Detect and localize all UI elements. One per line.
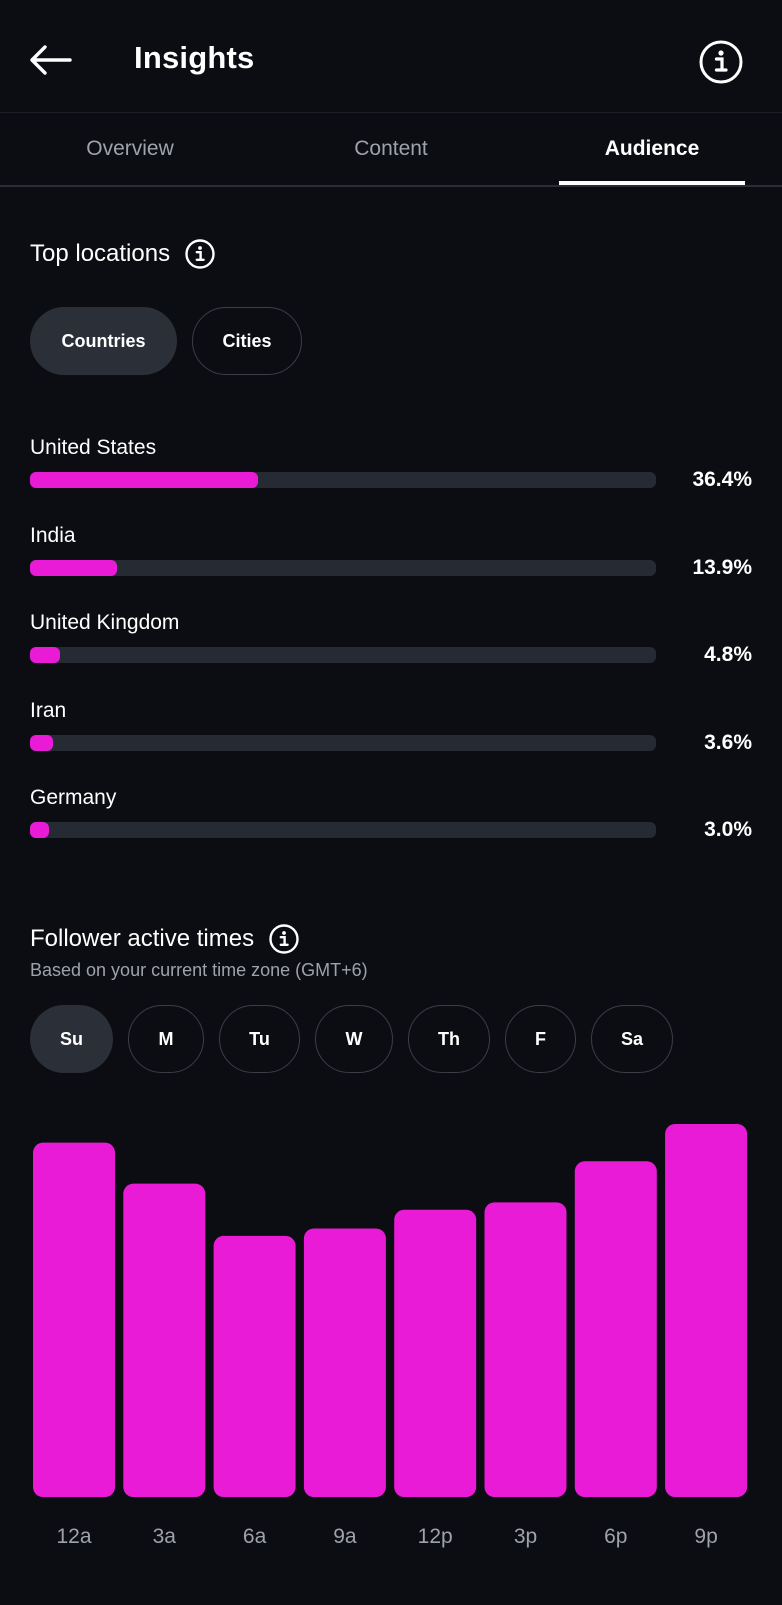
arrow-left-icon bbox=[30, 45, 72, 75]
page-title: Insights bbox=[134, 40, 255, 75]
active-tab-indicator bbox=[559, 181, 745, 185]
location-percentage: 3.0% bbox=[704, 818, 752, 841]
top-locations-info-button[interactable] bbox=[184, 238, 216, 270]
active-times-chart: 12a 3a 6a 9a 12p 3p 6p 9p bbox=[0, 1080, 782, 1600]
tab-audience[interactable]: Audience bbox=[522, 113, 782, 185]
bar-6p[interactable] bbox=[574, 1161, 657, 1497]
x-tick-label: 9p bbox=[694, 1525, 717, 1548]
location-name: India bbox=[30, 524, 76, 547]
active-times-info-button[interactable] bbox=[268, 923, 300, 955]
location-bar-fill bbox=[30, 647, 61, 663]
x-tick-label: 3a bbox=[153, 1525, 177, 1548]
bar-12p[interactable] bbox=[394, 1209, 477, 1497]
day-wednesday[interactable]: W bbox=[315, 1005, 393, 1073]
x-tick-label: 3p bbox=[514, 1525, 537, 1548]
bar-6a[interactable] bbox=[213, 1235, 296, 1497]
tab-content[interactable]: Content bbox=[261, 113, 521, 185]
app-header: Insights bbox=[0, 0, 782, 113]
day-saturday[interactable]: Sa bbox=[591, 1005, 673, 1073]
bar-9a[interactable] bbox=[303, 1228, 386, 1497]
x-tick-label: 9a bbox=[333, 1525, 357, 1548]
location-bar-track bbox=[30, 822, 656, 838]
bar-3a[interactable] bbox=[123, 1183, 206, 1497]
day-sunday[interactable]: Su bbox=[30, 1005, 113, 1073]
tab-bar: Overview Content Audience bbox=[0, 113, 782, 187]
bar-3p[interactable] bbox=[484, 1202, 567, 1497]
location-bar-fill bbox=[30, 735, 53, 751]
location-name: Germany bbox=[30, 786, 117, 809]
day-tuesday[interactable]: Tu bbox=[219, 1005, 300, 1073]
location-bar-fill bbox=[30, 822, 49, 838]
x-tick-label: 12p bbox=[418, 1525, 453, 1548]
bar-9p[interactable] bbox=[665, 1124, 748, 1497]
location-row-united-states: United States 36.4% bbox=[30, 436, 752, 506]
location-name: United Kingdom bbox=[30, 611, 180, 634]
location-percentage: 36.4% bbox=[692, 468, 752, 491]
x-tick-label: 6a bbox=[243, 1525, 267, 1548]
location-name: Iran bbox=[30, 699, 67, 722]
location-bar-track bbox=[30, 647, 656, 663]
back-button[interactable] bbox=[22, 32, 78, 88]
day-thursday[interactable]: Th bbox=[408, 1005, 490, 1073]
location-bar-track bbox=[30, 560, 656, 576]
active-times-title: Follower active times bbox=[30, 925, 255, 952]
active-times-bar-chart: 12a 3a 6a 9a 12p 3p 6p 9p bbox=[33, 1124, 748, 1548]
location-row-iran: Iran 3.6% bbox=[30, 699, 752, 769]
location-row-germany: Germany 3.0% bbox=[30, 786, 752, 856]
x-tick-label: 12a bbox=[56, 1525, 91, 1548]
time-zone-subtitle: Based on your current time zone (GMT+6) bbox=[30, 960, 368, 980]
location-percentage: 3.6% bbox=[704, 731, 752, 754]
location-percentage: 4.8% bbox=[704, 643, 752, 666]
bar-12a[interactable] bbox=[33, 1142, 115, 1497]
info-circle-icon bbox=[185, 239, 215, 269]
location-bar-track bbox=[30, 735, 656, 751]
location-row-united-kingdom: United Kingdom 4.8% bbox=[30, 611, 752, 681]
tab-overview[interactable]: Overview bbox=[0, 113, 260, 185]
info-button[interactable] bbox=[697, 38, 745, 86]
info-circle-icon bbox=[269, 924, 299, 954]
filter-countries[interactable]: Countries bbox=[30, 307, 177, 375]
day-friday[interactable]: F bbox=[505, 1005, 576, 1073]
x-tick-label: 6p bbox=[604, 1525, 627, 1548]
location-bar-fill bbox=[30, 560, 117, 576]
filter-cities[interactable]: Cities bbox=[192, 307, 302, 375]
location-bar-track bbox=[30, 472, 656, 488]
top-locations-heading: Top locations bbox=[30, 238, 216, 270]
location-percentage: 13.9% bbox=[692, 556, 752, 579]
location-row-india: India 13.9% bbox=[30, 524, 752, 594]
location-bar-fill bbox=[30, 472, 258, 488]
info-circle-icon bbox=[699, 40, 743, 84]
location-name: United States bbox=[30, 436, 157, 459]
top-locations-title: Top locations bbox=[30, 240, 171, 267]
day-monday[interactable]: M bbox=[128, 1005, 204, 1073]
active-times-heading: Follower active times bbox=[30, 923, 300, 955]
